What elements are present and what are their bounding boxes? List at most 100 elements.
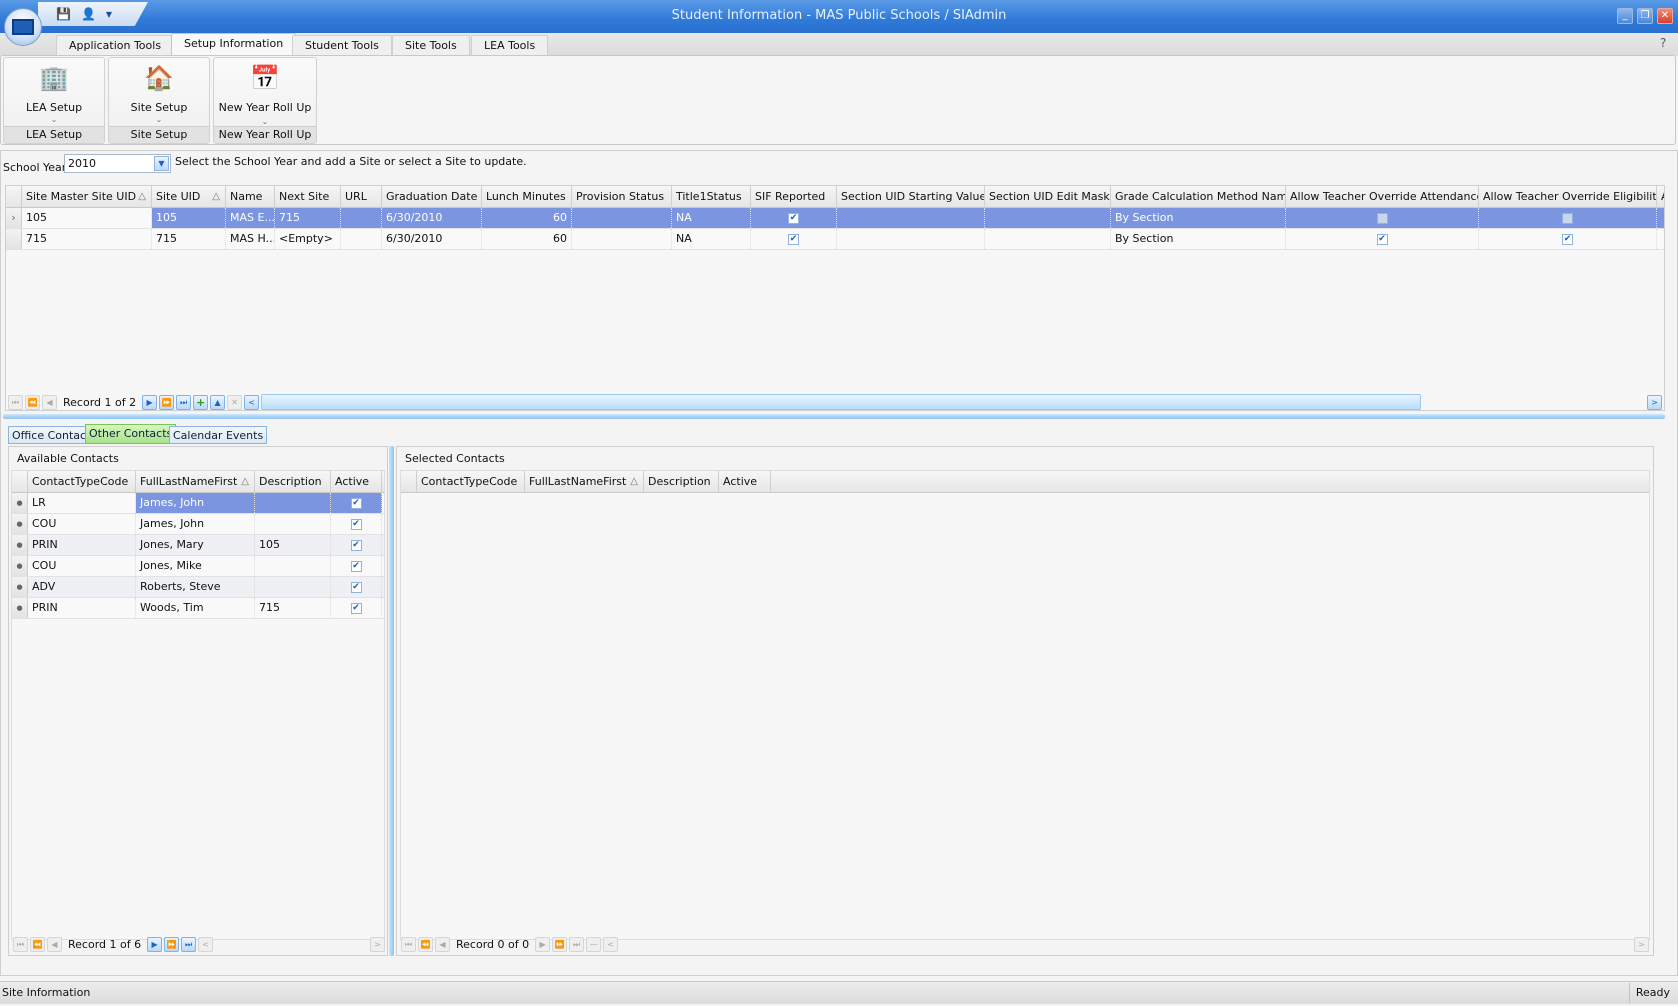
- lea-setup-button[interactable]: LEA Setup: [4, 101, 104, 114]
- table-cell[interactable]: By Section: [1111, 208, 1286, 228]
- table-cell[interactable]: ✔: [751, 229, 837, 249]
- tab-site-tools[interactable]: Site Tools: [392, 35, 470, 56]
- table-cell[interactable]: [1657, 229, 1664, 249]
- table-cell[interactable]: ✔: [1286, 208, 1479, 228]
- table-cell[interactable]: [572, 229, 672, 249]
- table-cell[interactable]: 60: [482, 229, 572, 249]
- column-header[interactable]: ContactTypeCode: [417, 471, 525, 492]
- first-record-button[interactable]: ⏮: [8, 394, 23, 410]
- table-cell[interactable]: [572, 208, 672, 228]
- vertical-splitter[interactable]: [389, 446, 394, 956]
- checkbox-checked[interactable]: ✔: [350, 497, 362, 509]
- checkbox-checked[interactable]: ✔: [350, 539, 362, 551]
- prev-record-button[interactable]: ◀: [47, 936, 62, 952]
- table-cell[interactable]: NA: [672, 229, 751, 249]
- column-header[interactable]: Next Site: [275, 186, 341, 207]
- close-button[interactable]: ✕: [1657, 8, 1673, 24]
- edit-record-button[interactable]: ▲: [210, 394, 226, 410]
- table-cell[interactable]: 105: [152, 208, 226, 228]
- column-header[interactable]: SIF Reported: [751, 186, 837, 207]
- last-record-button[interactable]: ⏭: [181, 936, 197, 952]
- help-icon[interactable]: ?: [1660, 36, 1666, 50]
- table-cell[interactable]: Jones, Mike: [136, 556, 255, 576]
- table-cell[interactable]: COU: [28, 514, 136, 534]
- checkbox-unchecked[interactable]: ✔: [1376, 212, 1388, 224]
- column-header[interactable]: Section UID Edit Mask: [985, 186, 1111, 207]
- column-header[interactable]: Name: [226, 186, 275, 207]
- table-cell[interactable]: 105: [22, 208, 152, 228]
- table-cell[interactable]: 715: [255, 598, 331, 618]
- column-header[interactable]: Graduation Date: [382, 186, 482, 207]
- table-cell[interactable]: ✔: [1479, 208, 1657, 228]
- table-row[interactable]: › 105 105 MAS E... 715 6/30/2010 60 NA ✔ By Secti…: [6, 208, 1664, 229]
- table-cell[interactable]: [255, 493, 331, 513]
- checkbox-checked[interactable]: ✔: [350, 602, 362, 614]
- tab-application-tools[interactable]: Application Tools: [56, 35, 175, 56]
- table-cell[interactable]: ✔: [331, 514, 382, 534]
- site-setup-group[interactable]: 🏠 Site Setup ⌄ Site Setup: [108, 57, 210, 144]
- next-page-button[interactable]: ⏩: [159, 394, 175, 410]
- column-header[interactable]: Title1Status: [672, 186, 751, 207]
- column-header[interactable]: FullLastNameFirst △: [136, 471, 255, 492]
- table-cell[interactable]: ✔: [1286, 229, 1479, 249]
- prev-page-button[interactable]: ⏪: [25, 394, 40, 410]
- table-cell[interactable]: LR: [28, 493, 136, 513]
- column-header[interactable]: Active: [331, 471, 382, 492]
- tab-calendar-events[interactable]: Calendar Events: [169, 426, 268, 444]
- table-cell[interactable]: 715: [275, 208, 341, 228]
- dropdown-arrow-icon[interactable]: ▼: [154, 156, 169, 171]
- table-row[interactable]: ● PRIN Woods, Tim 715 ✔: [12, 598, 384, 619]
- column-header[interactable]: Description: [644, 471, 719, 492]
- site-setup-button[interactable]: Site Setup: [109, 101, 209, 114]
- next-page-button[interactable]: ⏩: [552, 936, 568, 952]
- table-cell[interactable]: Woods, Tim: [136, 598, 255, 618]
- first-record-button[interactable]: ⏮: [13, 936, 28, 952]
- new-year-roll-up-button[interactable]: New Year Roll Up ⌄: [214, 101, 316, 127]
- table-cell[interactable]: ✔: [331, 493, 382, 513]
- table-cell[interactable]: ✔: [331, 556, 382, 576]
- tab-office-contact[interactable]: Office Contact: [8, 426, 95, 444]
- scroll-left-button[interactable]: <: [244, 394, 260, 410]
- table-row[interactable]: ● COU James, John ✔: [12, 514, 384, 535]
- column-header[interactable]: ContactTypeCode: [28, 471, 136, 492]
- table-row[interactable]: ● COU Jones, Mike ✔: [12, 556, 384, 577]
- checkbox-checked[interactable]: ✔: [1376, 233, 1388, 245]
- table-cell[interactable]: 715: [22, 229, 152, 249]
- table-cell[interactable]: [341, 229, 382, 249]
- column-header[interactable]: Grade Calculation Method Name: [1111, 186, 1286, 207]
- table-cell[interactable]: [985, 208, 1111, 228]
- school-year-select[interactable]: 2010 ▼: [64, 154, 171, 173]
- new-year-roll-up-group[interactable]: 📅 New Year Roll Up ⌄ New Year Roll Up: [213, 57, 317, 144]
- table-cell[interactable]: [837, 229, 985, 249]
- table-cell[interactable]: [837, 208, 985, 228]
- app-menu-button[interactable]: [4, 8, 42, 46]
- column-header[interactable]: A: [1657, 186, 1664, 207]
- table-cell[interactable]: ✔: [331, 577, 382, 597]
- table-cell[interactable]: ✔: [331, 598, 382, 618]
- table-cell[interactable]: <Empty>: [275, 229, 341, 249]
- table-row[interactable]: ● LR James, John ✔: [12, 493, 384, 514]
- tab-lea-tools[interactable]: LEA Tools: [471, 35, 549, 56]
- table-cell[interactable]: [1657, 208, 1664, 228]
- table-cell[interactable]: ✔: [1479, 229, 1657, 249]
- column-header[interactable]: Allow Teacher Override Eligibility: [1479, 186, 1657, 207]
- first-record-button[interactable]: ⏮: [401, 936, 416, 952]
- selected-contacts-grid[interactable]: ContactTypeCode FullLastNameFirst △ Descrip…: [400, 470, 1650, 940]
- prev-page-button[interactable]: ⏪: [30, 936, 45, 952]
- table-row[interactable]: ● PRIN Jones, Mary 105 ✔: [12, 535, 384, 556]
- horizontal-splitter[interactable]: [3, 414, 1665, 419]
- table-cell[interactable]: [255, 556, 331, 576]
- column-header[interactable]: Section UID Starting Value: [837, 186, 985, 207]
- checkbox-checked[interactable]: ✔: [350, 581, 362, 593]
- table-cell[interactable]: ADV: [28, 577, 136, 597]
- checkbox-checked[interactable]: ✔: [788, 212, 799, 224]
- delete-record-button[interactable]: ✕: [227, 394, 243, 410]
- checkbox-checked[interactable]: ✔: [788, 233, 799, 245]
- sites-grid[interactable]: Site Master Site UID △ Site UID △ Name Next S…: [5, 185, 1665, 411]
- add-record-button[interactable]: +: [193, 394, 209, 410]
- column-header[interactable]: Allow Teacher Override Attendance: [1286, 186, 1479, 207]
- remove-record-button[interactable]: —: [586, 936, 602, 952]
- column-header[interactable]: Description: [255, 471, 331, 492]
- prev-record-button[interactable]: ◀: [42, 394, 57, 410]
- customize-qat-chevron-icon[interactable]: ▼: [106, 10, 112, 19]
